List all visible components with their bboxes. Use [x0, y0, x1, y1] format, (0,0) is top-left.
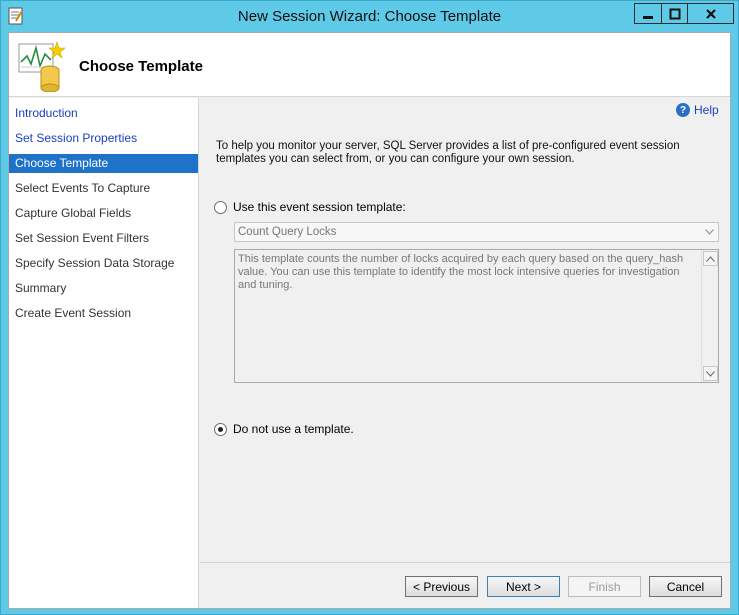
description-scrollbar[interactable]	[701, 250, 718, 382]
close-icon	[705, 8, 716, 19]
finish-button: Finish	[568, 576, 641, 597]
chevron-down-icon	[706, 370, 715, 377]
template-select-value: Count Query Locks	[238, 226, 337, 238]
use-template-label: Use this event session template:	[233, 200, 406, 214]
no-template-radio[interactable]	[214, 422, 227, 436]
minimize-button[interactable]	[634, 3, 662, 24]
previous-button[interactable]: < Previous	[405, 576, 478, 597]
nav-set-session-properties[interactable]: Set Session Properties	[9, 129, 198, 148]
help-icon: ?	[676, 103, 690, 117]
maximize-button[interactable]	[662, 3, 688, 24]
maximize-icon	[669, 8, 680, 19]
nav-summary: Summary	[15, 281, 67, 295]
footer-divider	[200, 562, 730, 563]
wizard-window: New Session Wizard: Choose Template Choo…	[0, 0, 739, 615]
help-link[interactable]: ? Help	[676, 103, 719, 117]
close-button[interactable]	[688, 3, 734, 24]
page-title: Choose Template	[79, 58, 203, 75]
title-bar[interactable]: New Session Wizard: Choose Template	[1, 1, 738, 32]
cancel-button[interactable]: Cancel	[649, 576, 722, 597]
template-description-box: This template counts the number of locks…	[234, 249, 719, 383]
nav-create-event-session: Create Event Session	[15, 306, 132, 320]
wizard-steps-sidebar: Introduction Set Session Properties Choo…	[9, 98, 199, 608]
window-title: New Session Wizard: Choose Template	[237, 8, 502, 25]
event-session-chart-icon	[18, 41, 66, 92]
nav-choose-template[interactable]: Choose Template	[9, 154, 198, 173]
template-description: This template counts the number of locks…	[238, 253, 684, 291]
nav-select-events: Select Events To Capture	[15, 181, 151, 195]
no-template-option[interactable]: Do not use a template.	[214, 422, 354, 436]
use-template-radio[interactable]	[214, 200, 227, 214]
no-template-label: Do not use a template.	[233, 422, 354, 436]
nav-set-session-event-filters: Set Session Event Filters	[15, 231, 150, 245]
wizard-header: Choose Template	[9, 33, 730, 97]
chevron-down-icon	[702, 225, 716, 239]
nav-specify-session-data-storage: Specify Session Data Storage	[15, 256, 175, 270]
nav-introduction[interactable]: Introduction	[9, 104, 198, 123]
scroll-up-button[interactable]	[703, 251, 718, 266]
wizard-client-area: Choose Template Introduction Set Session…	[8, 32, 731, 609]
next-button[interactable]: Next >	[487, 576, 560, 597]
chevron-up-icon	[706, 255, 715, 262]
intro-text: To help you monitor your server, SQL Ser…	[216, 140, 680, 165]
wizard-main-panel: ? Help To help you monitor your server, …	[200, 98, 730, 608]
nav-capture-global-fields: Capture Global Fields	[15, 206, 132, 220]
help-label: Help	[694, 103, 719, 117]
template-select: Count Query Locks	[234, 222, 719, 242]
minimize-icon	[643, 15, 653, 19]
use-template-option[interactable]: Use this event session template:	[214, 200, 406, 214]
scroll-down-button[interactable]	[703, 366, 718, 381]
